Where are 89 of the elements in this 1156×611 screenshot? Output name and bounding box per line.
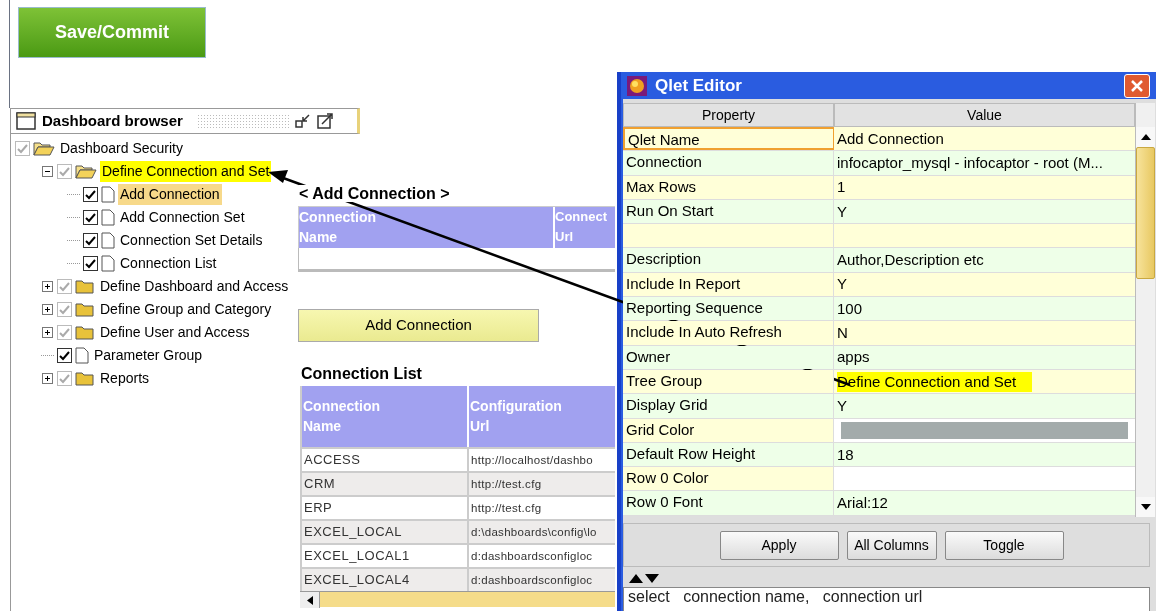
column-header: Configuration Url [469, 386, 615, 447]
table-cell-text: http://test.cfg [470, 501, 543, 516]
tree-item[interactable]: Define Dashboard and Access [98, 276, 291, 297]
document-icon [75, 347, 89, 364]
column-header: Connection Name [299, 207, 555, 248]
tree-item[interactable]: Connection List [118, 253, 219, 274]
dialog-button[interactable]: All Columns [846, 530, 937, 560]
dialog-button[interactable]: Apply [719, 530, 839, 560]
table-cell-text: d:dashboardsconfigloc [470, 549, 594, 564]
app-icon [627, 75, 647, 96]
window-icon [16, 112, 36, 130]
checkbox[interactable] [57, 348, 72, 363]
checkbox[interactable] [83, 233, 98, 248]
checkbox[interactable] [57, 164, 72, 179]
tree-item[interactable]: Dashboard Security [58, 138, 185, 159]
down-arrow-icon [1140, 504, 1151, 510]
value-cell[interactable]: Arial:12 [837, 493, 888, 514]
value-cell[interactable]: Define Connection and Set [837, 371, 1033, 392]
up-arrow-icon [1140, 134, 1151, 140]
expand-icon[interactable] [41, 280, 54, 293]
tree-item[interactable]: Define Connection and Set [100, 161, 272, 182]
column-header[interactable]: Property [623, 103, 834, 127]
panel-title: Dashboard browser [42, 110, 183, 131]
checkbox[interactable] [57, 325, 72, 340]
document-icon [101, 209, 115, 226]
column-header: Connect Url [555, 207, 615, 248]
close-button[interactable] [1124, 73, 1150, 98]
property-cell[interactable]: Tree Group [623, 369, 834, 394]
property-cell[interactable]: Owner [623, 345, 834, 369]
collapse-icon[interactable] [41, 165, 54, 178]
tree-item[interactable]: Reports [98, 368, 152, 389]
value-cell[interactable]: Author,Description etc [837, 250, 984, 271]
column-header: Connection Name [302, 386, 469, 447]
value-cell[interactable] [834, 467, 1135, 491]
expand-icon[interactable] [41, 372, 54, 385]
form-title: < Add Connection > [299, 185, 450, 202]
scroll-up-button[interactable] [1136, 127, 1155, 147]
expand-icon[interactable] [41, 303, 54, 316]
close-icon [1130, 78, 1144, 93]
value-cell[interactable]: Y [837, 274, 847, 295]
value-cell[interactable]: Add Connection [837, 128, 944, 149]
value-cell[interactable]: infocaptor_mysql - infocaptor - root (M... [837, 152, 1103, 173]
tree-item[interactable]: Parameter Group [92, 345, 205, 366]
property-cell[interactable]: Grid Color [623, 418, 834, 442]
value-cell[interactable]: N [837, 323, 848, 343]
query-text-area[interactable]: select connection name, connection url [623, 587, 1150, 611]
expand-icon[interactable] [41, 326, 54, 339]
checkbox[interactable] [83, 187, 98, 202]
document-icon [101, 232, 115, 249]
tree-item[interactable]: Define User and Access [98, 322, 252, 343]
list-title: Connection List [301, 364, 423, 384]
input-field[interactable] [298, 248, 615, 272]
left-arrow-icon [306, 595, 313, 605]
value-cell[interactable]: Y [837, 201, 847, 222]
value-cell[interactable]: apps [837, 347, 870, 368]
checkbox[interactable] [57, 302, 72, 317]
scrollbar-thumb[interactable] [1136, 147, 1155, 279]
tree-item[interactable]: Add Connection Set [118, 207, 247, 228]
column-header[interactable]: Value [834, 103, 1135, 127]
value-cell[interactable]: 1 [837, 177, 846, 198]
property-cell[interactable]: Connection [623, 151, 834, 175]
table-cell-text: http://test.cfg [470, 477, 543, 492]
scroll-down-button[interactable] [1136, 497, 1155, 517]
dialog-button[interactable]: Toggle [944, 530, 1064, 560]
color-swatch[interactable] [841, 421, 1128, 439]
checkbox[interactable] [83, 210, 98, 225]
maximize-icon[interactable] [316, 113, 333, 129]
minimize-icon[interactable] [294, 113, 311, 129]
value-cell[interactable]: 18 [837, 444, 854, 465]
window-title: Qlet Editor [655, 74, 742, 97]
table-cell-text: http://localhost/dashbo [470, 453, 594, 468]
property-cell[interactable]: Qlet Name [623, 127, 834, 151]
document-icon [101, 186, 115, 203]
tree-item[interactable]: Connection Set Details [118, 230, 265, 251]
value-cell[interactable]: Y [837, 395, 847, 416]
add-connection-button[interactable]: Add Connection [298, 309, 539, 342]
document-icon [101, 255, 115, 272]
checkbox[interactable] [57, 371, 72, 386]
tree-item[interactable]: Define Group and Category [98, 299, 274, 320]
tree-item[interactable]: Add Connection [118, 184, 222, 205]
table-cell-text: d:\dashboards\config\lo [470, 525, 598, 540]
scroll-left-button[interactable] [300, 592, 320, 608]
splitter-arrows-icon[interactable] [629, 573, 661, 583]
checkbox[interactable] [15, 141, 30, 156]
checkbox[interactable] [57, 279, 72, 294]
value-cell[interactable]: 100 [837, 298, 863, 319]
table-cell-text: d:dashboardsconfigloc [470, 573, 594, 588]
checkbox[interactable] [83, 256, 98, 271]
property-cell[interactable]: Reporting Sequence [623, 297, 834, 321]
